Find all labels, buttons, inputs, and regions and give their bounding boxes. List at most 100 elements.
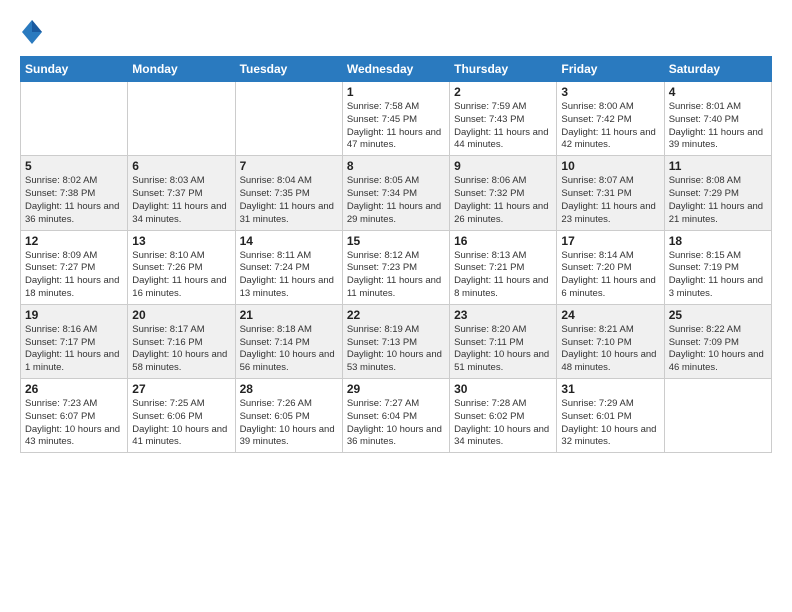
- calendar-row-5: 26Sunrise: 7:23 AM Sunset: 6:07 PM Dayli…: [21, 379, 772, 453]
- calendar-cell: 26Sunrise: 7:23 AM Sunset: 6:07 PM Dayli…: [21, 379, 128, 453]
- calendar-cell: 2 Sunrise: 7:59 AM Sunset: 7:43 PM Daylig…: [450, 82, 557, 156]
- day-number: 18: [669, 234, 767, 248]
- day-info: Sunrise: 8:22 AM Sunset: 7:09 PM Dayligh…: [669, 324, 767, 375]
- day-info: Sunrise: 7:27 AM Sunset: 6:04 PM Dayligh…: [347, 398, 445, 449]
- day-number: 2: [454, 85, 552, 99]
- calendar-row-2: 5 Sunrise: 8:02 AM Sunset: 7:38 PM Daylig…: [21, 156, 772, 230]
- day-number: 22: [347, 308, 445, 322]
- calendar-cell: [128, 82, 235, 156]
- calendar-row-3: 12Sunrise: 8:09 AM Sunset: 7:27 PM Dayli…: [21, 230, 772, 304]
- day-info: Sunrise: 8:13 AM Sunset: 7:21 PM Dayligh…: [454, 250, 552, 301]
- calendar-cell: 25 Sunrise: 8:22 AM Sunset: 7:09 PM Dayli…: [664, 304, 771, 378]
- day-number: 29: [347, 382, 445, 396]
- header: [20, 16, 772, 46]
- day-info: Sunrise: 8:00 AM Sunset: 7:42 PM Dayligh…: [561, 101, 659, 152]
- calendar-cell: 15 Sunrise: 8:12 AM Sunset: 7:23 PM Dayli…: [342, 230, 449, 304]
- weekday-header-monday: Monday: [128, 57, 235, 82]
- calendar-cell: 16 Sunrise: 8:13 AM Sunset: 7:21 PM Dayli…: [450, 230, 557, 304]
- calendar-cell: 27 Sunrise: 7:25 AM Sunset: 6:06 PM Dayli…: [128, 379, 235, 453]
- day-info: Sunrise: 8:15 AM Sunset: 7:19 PM Dayligh…: [669, 250, 767, 301]
- day-info: Sunrise: 8:04 AM Sunset: 7:35 PM Dayligh…: [240, 175, 338, 226]
- calendar-cell: 21Sunrise: 8:18 AM Sunset: 7:14 PM Dayli…: [235, 304, 342, 378]
- calendar-cell: 31 Sunrise: 7:29 AM Sunset: 6:01 PM Dayli…: [557, 379, 664, 453]
- day-number: 31: [561, 382, 659, 396]
- calendar-cell: 12Sunrise: 8:09 AM Sunset: 7:27 PM Dayli…: [21, 230, 128, 304]
- weekday-header-wednesday: Wednesday: [342, 57, 449, 82]
- day-number: 26: [25, 382, 123, 396]
- day-number: 6: [132, 159, 230, 173]
- day-number: 5: [25, 159, 123, 173]
- day-number: 25: [669, 308, 767, 322]
- page: SundayMondayTuesdayWednesdayThursdayFrid…: [0, 0, 792, 612]
- day-number: 28: [240, 382, 338, 396]
- day-info: Sunrise: 8:03 AM Sunset: 7:37 PM Dayligh…: [132, 175, 230, 226]
- calendar-cell: 9 Sunrise: 8:06 AM Sunset: 7:32 PM Daylig…: [450, 156, 557, 230]
- day-number: 14: [240, 234, 338, 248]
- day-info: Sunrise: 8:01 AM Sunset: 7:40 PM Dayligh…: [669, 101, 767, 152]
- day-info: Sunrise: 8:17 AM Sunset: 7:16 PM Dayligh…: [132, 324, 230, 375]
- day-number: 23: [454, 308, 552, 322]
- calendar-cell: 22Sunrise: 8:19 AM Sunset: 7:13 PM Dayli…: [342, 304, 449, 378]
- day-number: 8: [347, 159, 445, 173]
- logo: [20, 16, 46, 46]
- day-number: 10: [561, 159, 659, 173]
- calendar-cell: 4Sunrise: 8:01 AM Sunset: 7:40 PM Daylig…: [664, 82, 771, 156]
- calendar-cell: 18 Sunrise: 8:15 AM Sunset: 7:19 PM Dayli…: [664, 230, 771, 304]
- day-info: Sunrise: 7:25 AM Sunset: 6:06 PM Dayligh…: [132, 398, 230, 449]
- day-number: 12: [25, 234, 123, 248]
- weekday-header-saturday: Saturday: [664, 57, 771, 82]
- weekday-header-row: SundayMondayTuesdayWednesdayThursdayFrid…: [21, 57, 772, 82]
- weekday-header-tuesday: Tuesday: [235, 57, 342, 82]
- day-info: Sunrise: 8:06 AM Sunset: 7:32 PM Dayligh…: [454, 175, 552, 226]
- calendar-cell: 1 Sunrise: 7:58 AM Sunset: 7:45 PM Daylig…: [342, 82, 449, 156]
- day-number: 1: [347, 85, 445, 99]
- weekday-header-thursday: Thursday: [450, 57, 557, 82]
- weekday-header-sunday: Sunday: [21, 57, 128, 82]
- calendar-cell: 20 Sunrise: 8:17 AM Sunset: 7:16 PM Dayli…: [128, 304, 235, 378]
- calendar-cell: 23Sunrise: 8:20 AM Sunset: 7:11 PM Dayli…: [450, 304, 557, 378]
- calendar-cell: 5 Sunrise: 8:02 AM Sunset: 7:38 PM Daylig…: [21, 156, 128, 230]
- weekday-header-friday: Friday: [557, 57, 664, 82]
- day-info: Sunrise: 7:29 AM Sunset: 6:01 PM Dayligh…: [561, 398, 659, 449]
- day-number: 27: [132, 382, 230, 396]
- day-number: 19: [25, 308, 123, 322]
- calendar-cell: 8 Sunrise: 8:05 AM Sunset: 7:34 PM Daylig…: [342, 156, 449, 230]
- calendar-cell: [664, 379, 771, 453]
- calendar-cell: 17 Sunrise: 8:14 AM Sunset: 7:20 PM Dayli…: [557, 230, 664, 304]
- day-number: 21: [240, 308, 338, 322]
- day-info: Sunrise: 8:08 AM Sunset: 7:29 PM Dayligh…: [669, 175, 767, 226]
- day-info: Sunrise: 7:26 AM Sunset: 6:05 PM Dayligh…: [240, 398, 338, 449]
- day-info: Sunrise: 8:16 AM Sunset: 7:17 PM Dayligh…: [25, 324, 123, 375]
- calendar-row-4: 19 Sunrise: 8:16 AM Sunset: 7:17 PM Dayli…: [21, 304, 772, 378]
- day-info: Sunrise: 8:05 AM Sunset: 7:34 PM Dayligh…: [347, 175, 445, 226]
- day-number: 24: [561, 308, 659, 322]
- calendar-cell: 14 Sunrise: 8:11 AM Sunset: 7:24 PM Dayli…: [235, 230, 342, 304]
- calendar-cell: 29 Sunrise: 7:27 AM Sunset: 6:04 PM Dayli…: [342, 379, 449, 453]
- calendar: SundayMondayTuesdayWednesdayThursdayFrid…: [20, 56, 772, 453]
- day-number: 3: [561, 85, 659, 99]
- calendar-cell: [235, 82, 342, 156]
- calendar-cell: 19 Sunrise: 8:16 AM Sunset: 7:17 PM Dayli…: [21, 304, 128, 378]
- day-info: Sunrise: 8:12 AM Sunset: 7:23 PM Dayligh…: [347, 250, 445, 301]
- day-number: 30: [454, 382, 552, 396]
- day-number: 13: [132, 234, 230, 248]
- day-number: 16: [454, 234, 552, 248]
- calendar-cell: 6 Sunrise: 8:03 AM Sunset: 7:37 PM Daylig…: [128, 156, 235, 230]
- day-info: Sunrise: 8:14 AM Sunset: 7:20 PM Dayligh…: [561, 250, 659, 301]
- day-info: Sunrise: 7:28 AM Sunset: 6:02 PM Dayligh…: [454, 398, 552, 449]
- day-info: Sunrise: 8:07 AM Sunset: 7:31 PM Dayligh…: [561, 175, 659, 226]
- day-info: Sunrise: 8:10 AM Sunset: 7:26 PM Dayligh…: [132, 250, 230, 301]
- day-number: 20: [132, 308, 230, 322]
- day-info: Sunrise: 7:58 AM Sunset: 7:45 PM Dayligh…: [347, 101, 445, 152]
- day-info: Sunrise: 8:02 AM Sunset: 7:38 PM Dayligh…: [25, 175, 123, 226]
- day-number: 9: [454, 159, 552, 173]
- calendar-row-1: 1 Sunrise: 7:58 AM Sunset: 7:45 PM Daylig…: [21, 82, 772, 156]
- calendar-cell: [21, 82, 128, 156]
- day-info: Sunrise: 7:59 AM Sunset: 7:43 PM Dayligh…: [454, 101, 552, 152]
- day-number: 15: [347, 234, 445, 248]
- day-info: Sunrise: 8:11 AM Sunset: 7:24 PM Dayligh…: [240, 250, 338, 301]
- calendar-cell: 24Sunrise: 8:21 AM Sunset: 7:10 PM Dayli…: [557, 304, 664, 378]
- calendar-cell: 30 Sunrise: 7:28 AM Sunset: 6:02 PM Dayli…: [450, 379, 557, 453]
- day-number: 17: [561, 234, 659, 248]
- calendar-cell: 7Sunrise: 8:04 AM Sunset: 7:35 PM Daylig…: [235, 156, 342, 230]
